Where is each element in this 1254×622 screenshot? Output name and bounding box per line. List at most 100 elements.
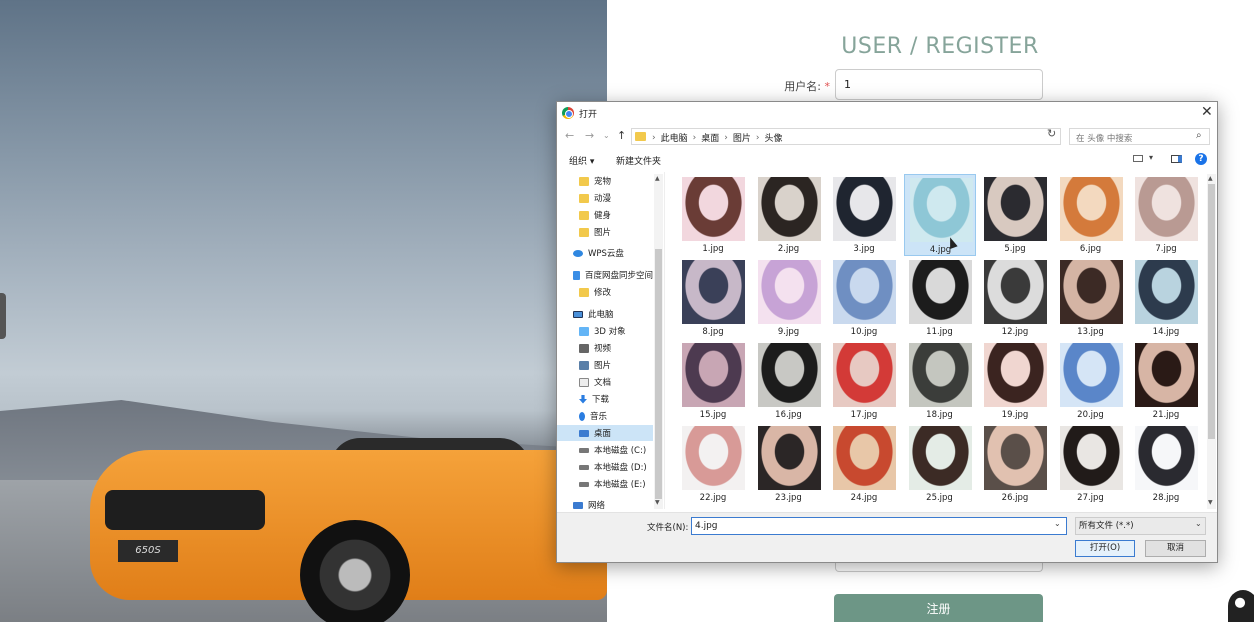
file-item[interactable]: 1.jpg (677, 174, 749, 256)
scroll-up-icon[interactable]: ▲ (655, 175, 660, 182)
file-item[interactable]: 6.jpg (1055, 174, 1127, 256)
file-item[interactable]: 7.jpg (1130, 174, 1202, 256)
folder-icon (579, 227, 589, 237)
nav-item[interactable]: 本地磁盘 (D:) (557, 459, 653, 475)
file-item[interactable]: 28.jpg (1130, 423, 1202, 505)
nav-item[interactable]: 百度网盘同步空间 (557, 267, 653, 283)
nav-item[interactable]: 网络 (557, 497, 653, 509)
search-icon[interactable]: ⌕ (1196, 130, 1202, 141)
file-item[interactable]: 10.jpg (828, 257, 900, 339)
file-thumbnail (1059, 177, 1123, 241)
file-item[interactable]: 25.jpg (904, 423, 976, 505)
view-mode-chevron-icon[interactable]: ▾ (1149, 153, 1153, 162)
nav-pane-scrollbar[interactable]: ▲ ▼ (654, 174, 663, 509)
breadcrumb-item[interactable]: 头像 (764, 131, 782, 144)
file-item[interactable]: 11.jpg (904, 257, 976, 339)
refresh-icon[interactable]: ↻ (1047, 127, 1056, 140)
scrollbar-thumb[interactable] (655, 249, 662, 499)
preview-pane-icon[interactable] (1171, 155, 1182, 163)
nav-item[interactable]: WPS云盘 (557, 245, 653, 261)
filename-input[interactable]: 4.jpg (691, 517, 1067, 535)
nav-item[interactable]: 下载 (557, 391, 653, 407)
file-item[interactable]: 24.jpg (828, 423, 900, 505)
network-icon (573, 501, 583, 509)
file-thumbnail (908, 343, 972, 407)
filename-dropdown-icon[interactable]: ⌄ (1054, 519, 1061, 528)
nav-item[interactable]: 文档 (557, 374, 653, 390)
forward-arrow-icon[interactable]: → (585, 129, 594, 142)
nav-item[interactable]: 本地磁盘 (E:) (557, 476, 653, 492)
chrome-icon (562, 107, 574, 119)
file-item[interactable]: 22.jpg (677, 423, 749, 505)
file-item[interactable]: 19.jpg (979, 340, 1051, 422)
register-button[interactable]: 注册 (834, 594, 1043, 622)
nav-item[interactable]: 健身 (557, 207, 653, 223)
folder-icon (579, 193, 589, 203)
file-name: 22.jpg (699, 493, 727, 503)
file-item[interactable]: 26.jpg (979, 423, 1051, 505)
nav-item[interactable]: 修改 (557, 284, 653, 300)
breadcrumb-item[interactable]: 桌面 (701, 131, 719, 144)
file-item[interactable]: 3.jpg (828, 174, 900, 256)
breadcrumb-item[interactable]: 此电脑 (661, 131, 688, 144)
new-folder-button[interactable]: 新建文件夹 (616, 154, 661, 167)
file-item[interactable]: 16.jpg (753, 340, 825, 422)
file-thumbnail (757, 177, 821, 241)
username-input[interactable]: 1 (835, 69, 1043, 100)
file-item[interactable]: 20.jpg (1055, 340, 1127, 422)
file-item[interactable]: 12.jpg (979, 257, 1051, 339)
file-item[interactable]: 5.jpg (979, 174, 1051, 256)
back-arrow-icon[interactable]: ← (565, 129, 574, 142)
file-thumbnail (757, 260, 821, 324)
car-grille (105, 490, 265, 530)
file-item[interactable]: 27.jpg (1055, 423, 1127, 505)
address-bar[interactable]: › 此电脑 › 桌面 › 图片 › 头像 ⌄ (631, 128, 1117, 145)
file-item[interactable]: 21.jpg (1130, 340, 1202, 422)
folder-icon (579, 287, 589, 297)
scrollbar-thumb[interactable] (1208, 184, 1215, 439)
scroll-down-icon[interactable]: ▼ (1208, 499, 1213, 506)
filetype-dropdown-icon[interactable]: ⌄ (1195, 519, 1202, 528)
document-icon (579, 377, 589, 387)
file-name: 3.jpg (853, 244, 875, 254)
disk-icon (579, 481, 589, 487)
nav-item[interactable]: 本地磁盘 (C:) (557, 442, 653, 458)
breadcrumb-item[interactable]: 图片 (733, 131, 751, 144)
nav-item[interactable]: 音乐 (557, 408, 653, 424)
recent-chevron-icon[interactable]: ⌄ (603, 131, 610, 140)
file-item[interactable]: 8.jpg (677, 257, 749, 339)
file-item[interactable]: 4.jpg (903, 174, 976, 256)
up-arrow-icon[interactable]: ↑ (617, 129, 626, 142)
close-icon[interactable]: ✕ (1201, 104, 1213, 120)
scroll-up-icon[interactable]: ▲ (1208, 175, 1213, 182)
scroll-down-icon[interactable]: ▼ (655, 499, 660, 506)
open-button[interactable]: 打开(O) (1075, 540, 1135, 557)
nav-item[interactable]: 此电脑 (557, 306, 653, 322)
file-item[interactable]: 17.jpg (828, 340, 900, 422)
nav-item[interactable]: 视频 (557, 340, 653, 356)
filetype-select[interactable]: 所有文件 (*.*) (1075, 517, 1206, 535)
cancel-button[interactable]: 取消 (1145, 540, 1206, 557)
file-item[interactable]: 23.jpg (753, 423, 825, 505)
file-item[interactable]: 18.jpg (904, 340, 976, 422)
file-grid-scrollbar[interactable]: ▲ ▼ (1207, 174, 1216, 509)
file-item[interactable]: 15.jpg (677, 340, 749, 422)
view-mode-icon[interactable] (1133, 155, 1143, 162)
file-item[interactable]: 14.jpg (1130, 257, 1202, 339)
nav-item[interactable]: 图片 (557, 224, 653, 240)
nav-item[interactable]: 宠物 (557, 173, 653, 189)
nav-item[interactable]: 3D 对象 (557, 323, 653, 339)
file-item[interactable]: 13.jpg (1055, 257, 1127, 339)
nav-item[interactable]: 动漫 (557, 190, 653, 206)
search-input[interactable]: 在 头像 中搜索 ⌕ (1069, 128, 1210, 145)
side-tab-handle[interactable] (0, 293, 6, 339)
file-thumbnail (1059, 260, 1123, 324)
help-icon[interactable]: ? (1195, 153, 1207, 165)
file-item[interactable]: 9.jpg (753, 257, 825, 339)
search-placeholder: 在 头像 中搜索 (1076, 134, 1133, 144)
organize-button[interactable]: 组织 ▾ (569, 154, 594, 167)
nav-item[interactable]: 图片 (557, 357, 653, 373)
file-item[interactable]: 2.jpg (753, 174, 825, 256)
nav-item[interactable]: 桌面 (557, 425, 653, 441)
corner-mascot-icon[interactable] (1228, 590, 1254, 622)
